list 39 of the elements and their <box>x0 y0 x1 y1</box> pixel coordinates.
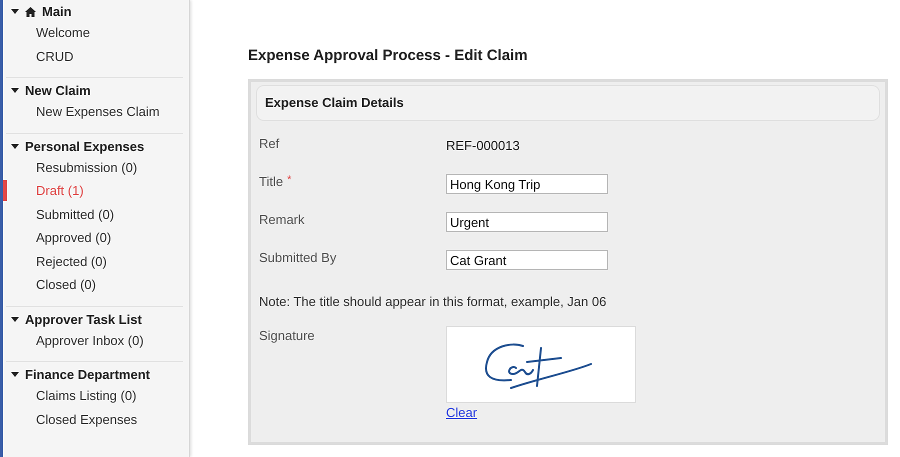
caret-icon <box>11 88 19 94</box>
sidebar-item[interactable]: Approved (0) <box>36 228 112 248</box>
sidebar-item[interactable]: Closed (0) <box>36 275 96 294</box>
caret-icon <box>11 9 19 15</box>
section-header[interactable]: Approver Task List <box>25 310 142 330</box>
sidebar-item[interactable]: New Expenses Claim <box>36 102 160 122</box>
caret-icon <box>11 316 19 322</box>
sidebar-item[interactable]: Welcome <box>36 23 90 42</box>
input-field[interactable]: Hong Kong Trip <box>446 174 608 194</box>
field-value: REF-000013 <box>446 137 520 156</box>
page-title: Expense Approval Process - Edit Claim <box>248 46 529 65</box>
sidebar-item[interactable]: Approver Inbox (0) <box>36 330 144 350</box>
sidebar-item[interactable]: CRUD <box>36 46 74 66</box>
sidebar-item[interactable]: Rejected (0) <box>36 252 107 271</box>
section-header[interactable]: Personal Expenses <box>25 136 144 156</box>
caret-icon <box>11 372 19 378</box>
field-label: Remark <box>259 211 305 230</box>
field-label: Submitted By <box>259 249 336 268</box>
sidebar-item[interactable]: Claims Listing (0) <box>36 386 136 406</box>
sidebar-item[interactable]: Submitted (0) <box>36 204 114 224</box>
clear-link[interactable]: Clear <box>446 402 478 422</box>
sidebar-item[interactable]: Closed Expenses <box>36 410 138 429</box>
sidebar-item[interactable]: Draft (1) <box>36 181 84 200</box>
format-note: Note: The title should appear in this format, example, Jan 06 <box>259 293 608 311</box>
input-field[interactable]: Cat Grant <box>446 250 608 270</box>
section-header[interactable]: New Claim <box>25 81 91 101</box>
signature-pad[interactable] <box>446 326 636 402</box>
caret-icon <box>11 144 19 150</box>
section-header[interactable]: Finance Department <box>25 365 150 385</box>
home-icon <box>25 7 36 17</box>
input-field[interactable]: Urgent <box>446 212 608 232</box>
required-mark: * <box>287 173 292 188</box>
field-label: Title <box>259 173 284 192</box>
field-label: Ref <box>259 135 280 154</box>
selection-bar <box>3 180 7 202</box>
sidebar-item[interactable]: Resubmission (0) <box>36 158 138 177</box>
panel-title: Expense Claim Details <box>265 94 404 112</box>
field-label: Signature <box>259 326 316 345</box>
section-header[interactable]: Main <box>42 2 72 22</box>
